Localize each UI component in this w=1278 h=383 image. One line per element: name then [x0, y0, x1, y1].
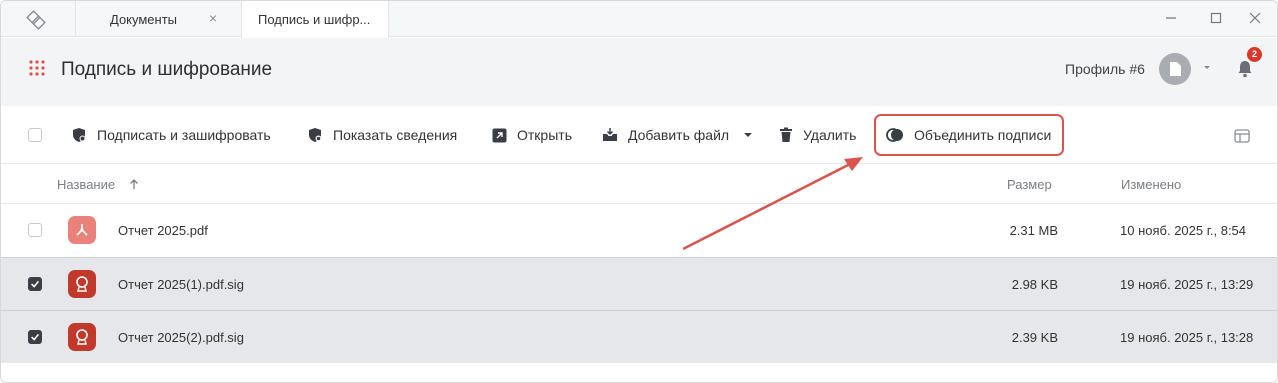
tab-label: Подпись и шифр...: [258, 12, 371, 27]
signature-icon: [68, 323, 96, 351]
tab-sign-encrypt[interactable]: Подпись и шифр...: [241, 1, 389, 38]
show-info-button[interactable]: Показать сведения: [307, 122, 457, 148]
merge-signatures-highlight: [874, 114, 1064, 156]
file-size: 2.98 KB: [1011, 277, 1058, 292]
app-window: Документы × Подпись и шифр... Подпись и …: [0, 0, 1278, 383]
table-row[interactable]: Отчет 2025(1).pdf.sig 2.98 KB 19 нояб. 2…: [1, 257, 1277, 310]
add-file-label: Добавить файл: [628, 127, 730, 143]
app-logo-icon: [26, 10, 46, 30]
page-title: Подпись и шифрование: [61, 59, 273, 80]
add-file-icon: [603, 128, 617, 141]
tab-bar: Документы × Подпись и шифр...: [1, 1, 1277, 38]
column-name[interactable]: Название: [57, 177, 115, 192]
shield-sign-icon: [73, 128, 86, 142]
select-all-checkbox[interactable]: [28, 128, 42, 142]
column-modified[interactable]: Изменено: [1121, 177, 1181, 192]
table-header: Название Размер Изменено: [1, 164, 1277, 204]
apps-grid-icon[interactable]: [29, 60, 45, 76]
column-size[interactable]: Размер: [1007, 177, 1052, 192]
open-label: Открыть: [517, 127, 572, 143]
row-checkbox[interactable]: [28, 223, 42, 237]
sign-encrypt-label: Подписать и зашифровать: [97, 127, 271, 143]
pdf-icon: [68, 216, 96, 244]
table-row[interactable]: Отчет 2025(2).pdf.sig 2.39 KB 19 нояб. 2…: [1, 310, 1277, 363]
sign-encrypt-button[interactable]: Подписать и зашифровать: [71, 122, 271, 148]
file-name: Отчет 2025.pdf: [118, 223, 208, 238]
page-header: Подпись и шифрование Профиль #6 2: [1, 38, 1277, 106]
minimize-icon[interactable]: [1163, 10, 1179, 26]
chevron-down-icon[interactable]: [1202, 64, 1212, 72]
sort-up-icon[interactable]: [128, 178, 140, 190]
shield-info-icon: [309, 128, 322, 142]
row-checkbox[interactable]: [28, 277, 42, 291]
open-button[interactable]: Открыть: [492, 122, 572, 148]
chevron-down-icon[interactable]: [743, 131, 753, 139]
notification-badge: 2: [1247, 47, 1262, 62]
show-info-label: Показать сведения: [333, 127, 458, 143]
signature-icon: [68, 270, 96, 298]
add-file-button[interactable]: Добавить файл: [602, 122, 753, 148]
file-modified: 19 нояб. 2025 г., 13:28: [1120, 330, 1254, 345]
tab-label: Документы: [110, 11, 178, 27]
file-name: Отчет 2025(1).pdf.sig: [118, 277, 244, 292]
open-external-icon: [492, 128, 507, 142]
file-size: 2.31 MB: [1009, 223, 1058, 238]
row-checkbox[interactable]: [28, 330, 42, 344]
file-modified: 19 нояб. 2025 г., 13:29: [1120, 277, 1254, 292]
delete-label: Удалить: [803, 127, 857, 143]
close-icon[interactable]: [1247, 10, 1263, 26]
profile-name[interactable]: Профиль #6: [1065, 61, 1145, 77]
delete-button[interactable]: Удалить: [779, 122, 856, 148]
file-name: Отчет 2025(2).pdf.sig: [118, 330, 244, 345]
table-row[interactable]: Отчет 2025.pdf 2.31 MB 10 нояб. 2025 г.,…: [1, 204, 1277, 257]
bell-icon[interactable]: [1237, 60, 1253, 78]
toolbar: Подписать и зашифровать Показать сведени…: [1, 106, 1277, 164]
avatar-icon[interactable]: [1159, 53, 1191, 85]
file-size: 2.39 KB: [1011, 330, 1058, 345]
maximize-icon[interactable]: [1208, 10, 1224, 26]
layout-icon[interactable]: [1234, 128, 1250, 144]
close-icon[interactable]: ×: [206, 11, 220, 25]
file-modified: 10 нояб. 2025 г., 8:54: [1120, 223, 1247, 238]
trash-icon: [780, 127, 792, 142]
tab-documents[interactable]: Документы ×: [75, 1, 241, 37]
